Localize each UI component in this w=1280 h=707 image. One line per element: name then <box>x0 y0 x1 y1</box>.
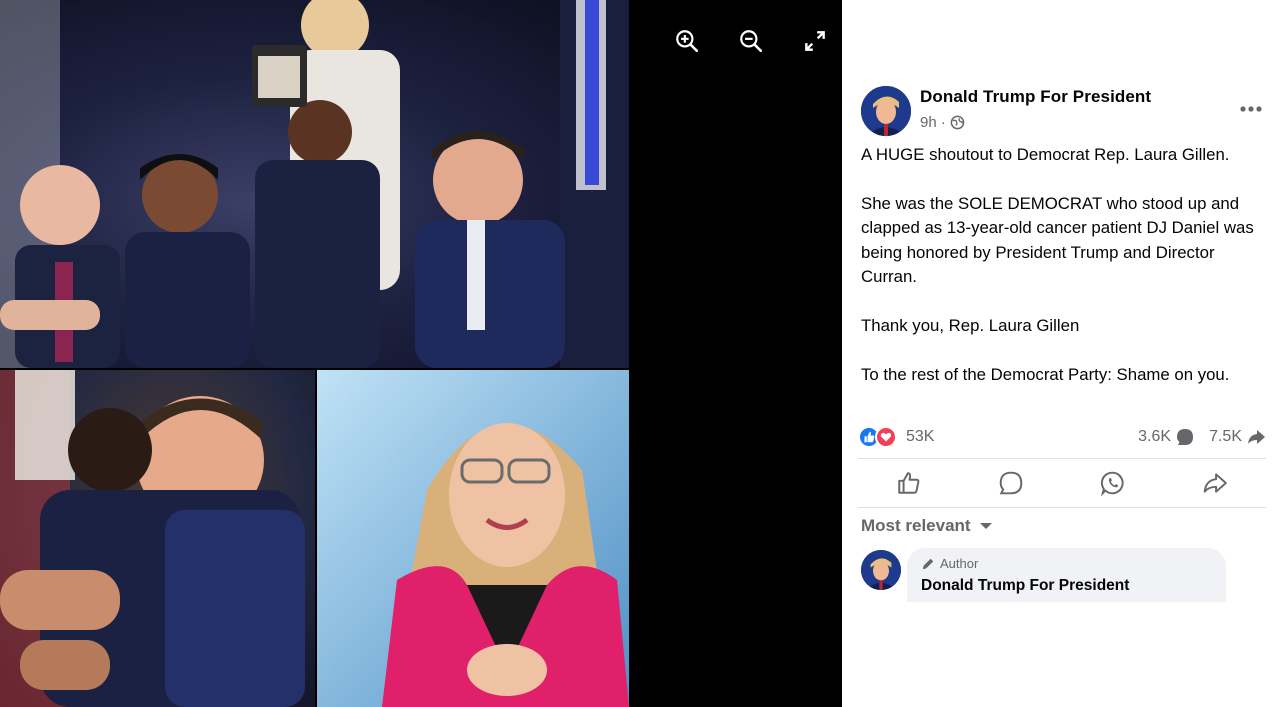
post-time[interactable]: 9h <box>920 114 937 131</box>
globe-icon <box>950 115 965 130</box>
zoom-in-icon <box>676 30 699 53</box>
viewer-toolbar <box>672 26 830 56</box>
post-paragraph: She was the SOLE DEMOCRAT who stood up a… <box>861 193 1254 287</box>
photo-ceremony-art <box>0 0 629 368</box>
more-options-button[interactable] <box>1236 94 1266 124</box>
fullscreen-button[interactable] <box>800 26 830 56</box>
post-actions <box>858 458 1266 508</box>
post-body: A HUGE shoutout to Democrat Rep. Laura G… <box>861 143 1261 411</box>
author-badge: Author <box>921 556 1212 571</box>
commenter-avatar[interactable] <box>861 550 901 590</box>
sort-label: Most relevant <box>861 516 971 535</box>
like-button[interactable] <box>879 463 939 503</box>
shares-stat[interactable]: 7.5K <box>1209 427 1266 447</box>
comments-count: 3.6K <box>1138 428 1172 445</box>
reactions-count: 53K <box>906 428 935 445</box>
zoom-out-button[interactable] <box>736 26 766 56</box>
thumbs-up-icon <box>898 472 920 494</box>
comment-sort-dropdown[interactable]: Most relevant <box>861 516 993 536</box>
comment-button[interactable] <box>981 463 1041 503</box>
photo-portrait-art <box>317 370 629 707</box>
commenter-name[interactable]: Donald Trump For President <box>921 577 1212 595</box>
love-reaction-icon <box>875 426 897 448</box>
share-button[interactable] <box>1185 463 1245 503</box>
stats-right: 3.6K 7.5K <box>1138 427 1266 447</box>
photo-hug-art <box>0 370 305 707</box>
post-paragraph: A HUGE shoutout to Democrat Rep. Laura G… <box>861 145 1230 164</box>
more-dots-icon <box>1240 106 1262 112</box>
avatar-art <box>861 86 911 136</box>
fullscreen-icon <box>805 31 825 51</box>
zoom-in-button[interactable] <box>672 26 702 56</box>
meta-separator: · <box>940 114 946 131</box>
zoom-out-icon <box>740 30 763 53</box>
shares-count: 7.5K <box>1209 428 1242 445</box>
author-avatar[interactable] <box>861 86 911 136</box>
whatsapp-button[interactable] <box>1083 463 1143 503</box>
whatsapp-icon <box>1100 471 1124 496</box>
photo-portrait <box>317 370 629 707</box>
share-count-icon <box>1248 430 1265 444</box>
avatar-art <box>861 550 901 590</box>
pencil-icon <box>922 558 934 569</box>
post-header: Donald Trump For President 9h · <box>861 86 1266 138</box>
author-name[interactable]: Donald Trump For President <box>920 87 1151 107</box>
post-paragraph: Thank you, Rep. Laura Gillen <box>861 315 1080 335</box>
comments-stat[interactable]: 3.6K <box>1138 427 1195 447</box>
post-panel: Donald Trump For President 9h · A HUGE s… <box>842 0 1280 707</box>
author-badge-label: Author <box>940 556 979 571</box>
post-meta: 9h · <box>920 114 965 131</box>
comment-icon <box>999 471 1023 495</box>
chevron-down-icon <box>979 523 992 529</box>
reactions-summary[interactable]: 53K <box>858 426 934 448</box>
engagement-stats: 53K 3.6K 7.5K <box>858 424 1266 450</box>
photo-ceremony <box>0 0 629 368</box>
photo-hug <box>0 370 315 707</box>
share-icon <box>1203 473 1227 493</box>
photo-collage[interactable] <box>0 0 629 707</box>
post-paragraph: To the rest of the Democrat Party: Shame… <box>861 364 1230 384</box>
comment-count-icon <box>1177 429 1194 445</box>
comment-bubble: Author Donald Trump For President <box>907 548 1226 602</box>
photo-viewer <box>0 0 842 707</box>
